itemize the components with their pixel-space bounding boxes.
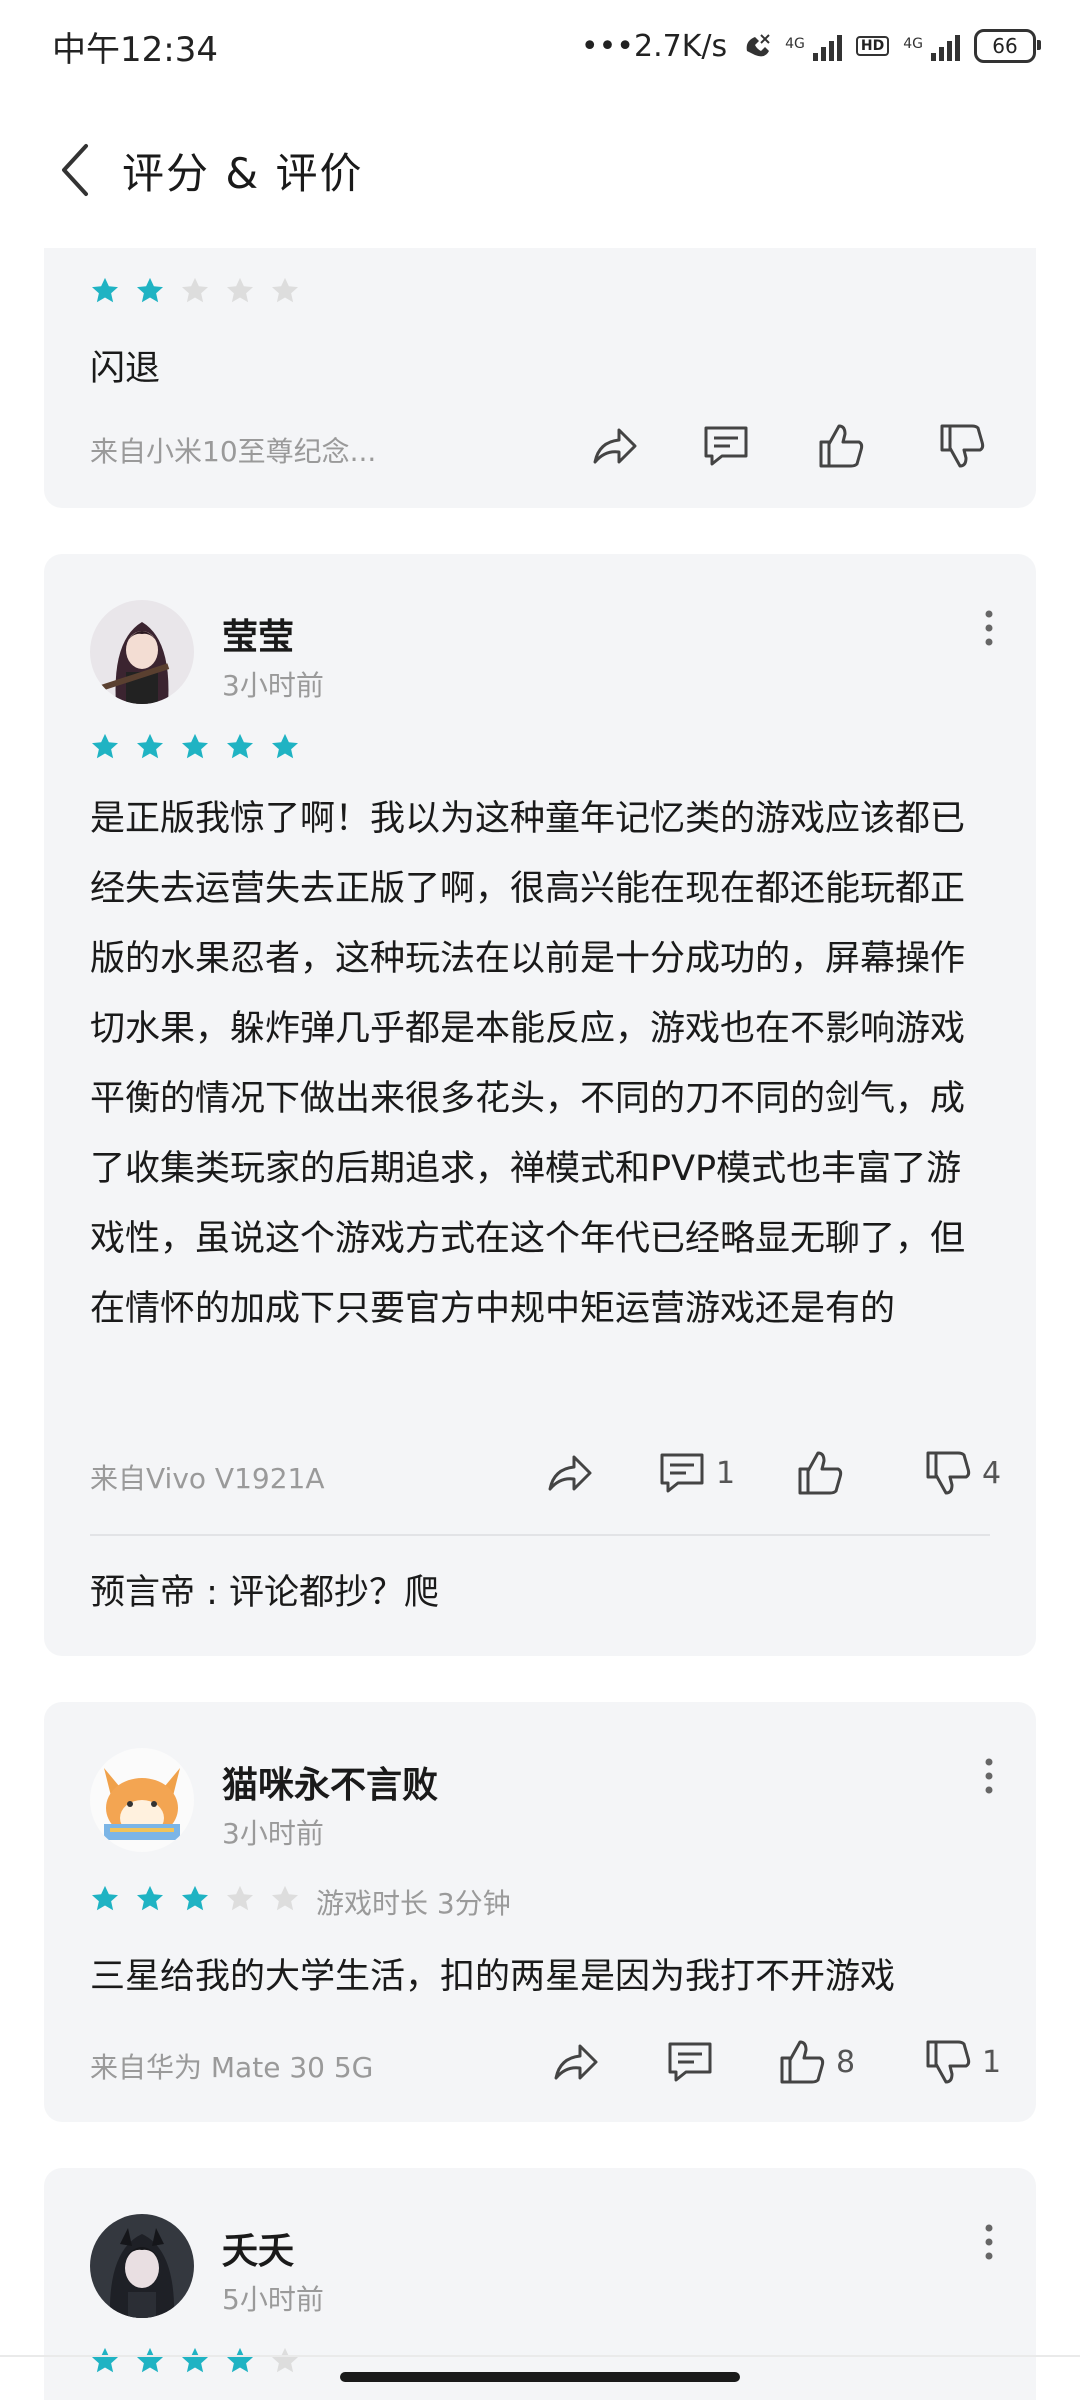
thumb-down-icon xyxy=(926,2040,971,2084)
comment-button[interactable] xyxy=(664,2036,724,2088)
star-icon xyxy=(137,2347,163,2373)
review-text: 是正版我惊了啊！我以为这种童年记忆类的游戏应该都已经失去运营失去正版了啊，很高兴… xyxy=(90,799,966,1329)
dislike-button[interactable]: 4 xyxy=(922,1447,1001,1499)
call-muted-icon xyxy=(746,34,770,57)
star-icon xyxy=(182,277,208,303)
thumb-down-icon xyxy=(926,1451,971,1495)
rating-stars xyxy=(90,276,300,306)
comment-button[interactable] xyxy=(700,420,760,472)
battery-level: 66 xyxy=(992,34,1018,58)
review-card-4: 夭夭 5小时前 xyxy=(44,2168,1036,2400)
star-icon xyxy=(272,277,298,303)
rating-stars xyxy=(90,732,300,762)
status-time: 中午12:34 xyxy=(52,29,218,70)
review-time: 3小时前 xyxy=(222,669,324,702)
star-icon xyxy=(92,1885,118,1911)
more-icon[interactable] xyxy=(984,2222,994,2262)
star-icon xyxy=(182,733,208,759)
star-icon xyxy=(272,733,298,759)
share-icon xyxy=(548,1455,592,1491)
network-type-1: 4G xyxy=(785,35,805,52)
star-icon xyxy=(227,277,253,303)
review-card-3: 猫咪永不言败 3小时前 游戏时长 3分钟 三星给我的大学生活，扣的两星是因为我打… xyxy=(44,1702,1036,2122)
review-time: 5小时前 xyxy=(222,2283,324,2316)
comment-button[interactable]: 1 xyxy=(656,1447,735,1499)
divider xyxy=(90,1534,990,1536)
share-icon xyxy=(554,2044,598,2080)
username[interactable]: 莹莹 xyxy=(222,608,294,660)
like-button[interactable] xyxy=(815,420,875,472)
hd-icon: HD xyxy=(855,36,890,56)
network-speed: •••2.7K/s xyxy=(580,28,728,64)
star-icon xyxy=(137,1885,163,1911)
dislike-button[interactable] xyxy=(936,420,996,472)
avatar-image xyxy=(90,1748,194,1852)
avatar[interactable] xyxy=(90,600,194,704)
like-button[interactable]: 8 xyxy=(776,2036,855,2088)
device-label: 来自Vivo V1921A xyxy=(90,1462,325,1495)
back-icon[interactable] xyxy=(56,140,96,200)
thumb-up-icon xyxy=(819,424,864,468)
rating-stars xyxy=(90,2346,300,2376)
share-icon xyxy=(593,428,637,464)
more-icon[interactable] xyxy=(984,1756,994,1796)
review-text: 三星给我的大学生活，扣的两星是因为我打不开游戏 xyxy=(90,1957,896,1997)
comment-icon xyxy=(668,2042,712,2082)
avatar-image xyxy=(90,600,194,704)
star-icon xyxy=(137,733,163,759)
share-button[interactable] xyxy=(589,420,641,472)
star-icon xyxy=(92,277,118,303)
review-text: 闪退 xyxy=(90,349,161,389)
page-title: 评分 & 评价 xyxy=(122,148,364,198)
review-card-2: 莹莹 3小时前 是正版我惊了啊！我以为这种童年记忆类的游戏应该都已经失去运营失去… xyxy=(44,554,1036,1656)
rating-stars xyxy=(90,1884,300,1914)
thumb-down-icon xyxy=(940,424,985,468)
thumb-up-icon xyxy=(798,1451,843,1495)
signal-icon-1 xyxy=(812,31,842,61)
reply-text[interactable]: 预言帝 : 评论都抄？爬 xyxy=(90,1564,439,1615)
review-time: 3小时前 xyxy=(222,1817,324,1850)
signal-icon-2 xyxy=(931,31,960,61)
device-label: 来自华为 Mate 30 5G xyxy=(90,2051,374,2084)
avatar[interactable] xyxy=(90,1748,194,1852)
star-icon xyxy=(137,277,163,303)
comment-count: 1 xyxy=(716,1455,736,1491)
dislike-count: 1 xyxy=(982,2044,1002,2080)
status-bar: 中午12:34 •••2.7K/s 4G HD 4G 66 xyxy=(0,0,1080,92)
battery-icon: 66 xyxy=(974,29,1041,63)
avatar-image xyxy=(90,2214,194,2318)
star-icon xyxy=(182,1885,208,1911)
dislike-count: 4 xyxy=(982,1455,1002,1491)
dislike-button[interactable]: 1 xyxy=(922,2036,1001,2088)
star-icon xyxy=(272,2347,298,2373)
username[interactable]: 夭夭 xyxy=(222,2222,294,2274)
playtime-label: 游戏时长 3分钟 xyxy=(316,1887,511,1920)
more-icon[interactable] xyxy=(984,608,994,648)
home-indicator[interactable] xyxy=(340,2372,740,2382)
share-button[interactable] xyxy=(550,2036,602,2088)
comment-icon xyxy=(704,426,748,466)
nav-divider xyxy=(0,2355,1080,2357)
status-icons: •••2.7K/s 4G HD 4G 66 xyxy=(580,28,1041,64)
avatar[interactable] xyxy=(90,2214,194,2318)
star-icon xyxy=(272,1885,298,1911)
star-icon xyxy=(182,2347,208,2373)
thumb-up-icon xyxy=(780,2040,825,2084)
network-type-2: 4G xyxy=(903,35,923,52)
like-count: 8 xyxy=(836,2044,856,2080)
comment-icon xyxy=(660,1453,704,1493)
star-icon xyxy=(227,2347,253,2373)
device-label: 来自小米10至尊纪念... xyxy=(90,435,377,468)
like-button[interactable] xyxy=(794,1447,854,1499)
star-icon xyxy=(227,1885,253,1911)
share-button[interactable] xyxy=(544,1447,596,1499)
review-card-1: 闪退 来自小米10至尊纪念... xyxy=(44,248,1036,508)
star-icon xyxy=(227,733,253,759)
username[interactable]: 猫咪永不言败 xyxy=(222,1756,438,1808)
star-icon xyxy=(92,733,118,759)
app-bar: 评分 & 评价 xyxy=(0,120,1080,220)
star-icon xyxy=(92,2347,118,2373)
